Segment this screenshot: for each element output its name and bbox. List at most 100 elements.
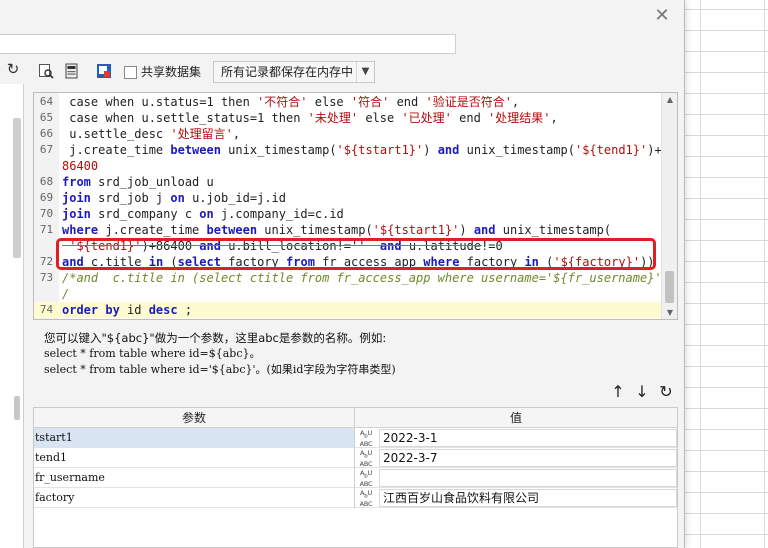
param-name[interactable]: tstart1 — [34, 428, 355, 448]
code-token: from — [62, 175, 91, 189]
table-row[interactable]: tstart1 AbU ABC 2022-3-1 — [34, 428, 677, 448]
string-type-icon[interactable]: AbU ABC — [356, 429, 376, 448]
code-line[interactable]: 86400 — [34, 158, 662, 174]
line-number: 73 — [39, 271, 54, 284]
code-token: , — [550, 111, 558, 125]
sql-code[interactable]: 64 case when u.status=1 then '不符合' else … — [34, 94, 676, 318]
cache-mode-select[interactable]: 所有记录都保存在内存中 ▼ — [213, 61, 375, 83]
line-text: '${tend1}')+86400 and u.bill_location!='… — [62, 238, 503, 254]
scroll-up-icon[interactable]: ▲ — [662, 95, 677, 104]
code-token: '${tend1}' — [574, 143, 648, 157]
param-icon[interactable] — [95, 62, 113, 80]
code-token: u.bill_location!='' — [220, 239, 380, 253]
code-line[interactable]: 70 join srd_company c on j.company_id=c.i… — [34, 206, 662, 222]
code-token: ( — [163, 255, 178, 269]
code-token: / — [62, 287, 70, 301]
code-token: srd_company c — [90, 207, 200, 221]
code-line[interactable]: 69 join srd_job j on u.job_id=j.id — [34, 190, 662, 206]
param-tools: ↑ ↓ ↻ — [606, 382, 678, 402]
line-number: 64 — [39, 95, 54, 108]
dataset-name-input[interactable] — [0, 34, 456, 54]
line-text: join srd_company c on j.company_id=c.id — [62, 206, 344, 222]
code-line[interactable]: 73 /*and c.title in (select ctitle from f… — [34, 270, 676, 286]
param-value-input[interactable]: 2022-3-7 — [379, 449, 677, 467]
line-text: /*and c.title in (select ctitle from fr_… — [62, 270, 676, 286]
refresh-params-icon[interactable]: ↻ — [656, 382, 676, 402]
table-row[interactable]: fr_username AbU ABC — [34, 468, 677, 488]
code-token: and — [473, 223, 496, 237]
code-token: u.settle_desc — [62, 127, 171, 141]
line-number: 71 — [39, 223, 54, 236]
code-line[interactable]: 64 case when u.status=1 then '不符合' else … — [34, 94, 662, 110]
code-token: j.company_id=c.id — [213, 207, 344, 221]
table-row[interactable]: factory AbU ABC 江西百岁山食品饮料有限公司 — [34, 488, 677, 508]
refresh-icon[interactable]: ↻ — [4, 60, 22, 78]
splitter-handle[interactable] — [14, 396, 20, 420]
code-token: '处理结果' — [488, 111, 551, 125]
line-text: from srd_job_unload u — [62, 174, 214, 190]
string-type-icon[interactable]: AbU ABC — [356, 469, 376, 488]
code-token: on — [170, 191, 185, 205]
code-line[interactable]: 67 j.create_time between unix_timestamp(… — [34, 142, 662, 158]
share-dataset-checkbox[interactable] — [124, 66, 137, 79]
code-token: '符合' — [350, 95, 390, 109]
move-down-icon[interactable]: ↓ — [632, 382, 652, 402]
editor-toolbar: 共享数据集 所有记录都保存在内存中 ▼ — [33, 58, 678, 86]
string-type-icon[interactable]: AbU ABC — [356, 449, 376, 468]
param-name[interactable]: factory — [34, 488, 355, 508]
code-token: end — [451, 111, 489, 125]
code-token: c.title — [83, 255, 149, 269]
editor-scrollbar[interactable]: ▲ ▼ — [661, 93, 677, 319]
line-text: j.create_time between unix_timestamp('${… — [62, 142, 661, 158]
hint-line: select * from table where id=${abc}。 — [44, 347, 261, 360]
left-scrollbar[interactable] — [13, 118, 21, 258]
line-text: u.settle_desc '处理留言', — [62, 126, 240, 142]
line-text: join srd_job j on u.job_id=j.id — [62, 190, 286, 206]
code-line[interactable]: 72 and c.title in (select factory from fr… — [34, 254, 662, 270]
param-name[interactable]: tend1 — [34, 448, 355, 468]
code-token: and — [437, 143, 460, 157]
line-text: order by id desc ; — [62, 302, 192, 318]
line-text: case when u.status=1 then '不符合' else '符合… — [62, 94, 519, 110]
scroll-down-icon[interactable]: ▼ — [662, 308, 677, 317]
code-token: when u.status=1 then — [105, 95, 258, 109]
param-name[interactable]: fr_username — [34, 468, 355, 488]
line-number: 65 — [39, 111, 54, 124]
line-text: / — [62, 286, 69, 302]
share-dataset-label: 共享数据集 — [141, 65, 202, 79]
scroll-thumb[interactable] — [665, 271, 674, 303]
param-value-input[interactable] — [379, 469, 677, 487]
param-value-input[interactable]: 江西百岁山食品饮料有限公司 — [379, 489, 677, 507]
code-token: and — [199, 239, 221, 253]
code-token: between — [206, 223, 258, 237]
code-token: j.create_time — [98, 223, 207, 237]
preview-icon[interactable] — [37, 62, 55, 80]
chevron-down-icon[interactable]: ▼ — [356, 62, 374, 82]
move-up-icon[interactable]: ↑ — [608, 382, 628, 402]
code-token: )+86400 — [141, 239, 200, 253]
code-line[interactable]: 71 where j.create_time between unix_times… — [34, 222, 662, 238]
dataset-editor-dialog: ✕ ↻ 共享数据集 所有记录都保存在内存中 ▼ 64 case when u.s… — [0, 0, 685, 548]
code-line[interactable]: 74 order by id desc ; — [34, 302, 662, 318]
sql-editor[interactable]: 64 case when u.status=1 then '不符合' else … — [33, 92, 678, 320]
pdf-icon[interactable] — [63, 62, 81, 80]
code-token: else — [307, 95, 351, 109]
code-token: where — [62, 223, 99, 237]
close-icon[interactable]: ✕ — [650, 5, 674, 27]
string-type-icon[interactable]: AbU ABC — [356, 489, 376, 508]
line-number: 69 — [39, 191, 54, 204]
code-token: between — [170, 143, 221, 157]
code-token: join — [62, 191, 91, 205]
line-text: 86400 — [62, 158, 98, 174]
table-row[interactable]: tend1 AbU ABC 2022-3-7 — [34, 448, 677, 468]
code-line[interactable]: 66 u.settle_desc '处理留言', — [34, 126, 662, 142]
code-line[interactable]: 68 from srd_job_unload u — [34, 174, 662, 190]
code-token: /*and c.title in (select ctitle from fr_… — [62, 271, 677, 285]
param-value-input[interactable]: 2022-3-1 — [379, 429, 677, 447]
code-line[interactable]: '${tend1}')+86400 and u.bill_location!='… — [34, 238, 662, 254]
code-token: where — [423, 255, 460, 269]
code-line[interactable]: 65 case when u.settle_status=1 then '未处理… — [34, 110, 662, 126]
code-token: '验证是否符合' — [425, 95, 512, 109]
code-line[interactable]: / — [34, 286, 662, 302]
code-token: srd_job j — [90, 191, 171, 205]
